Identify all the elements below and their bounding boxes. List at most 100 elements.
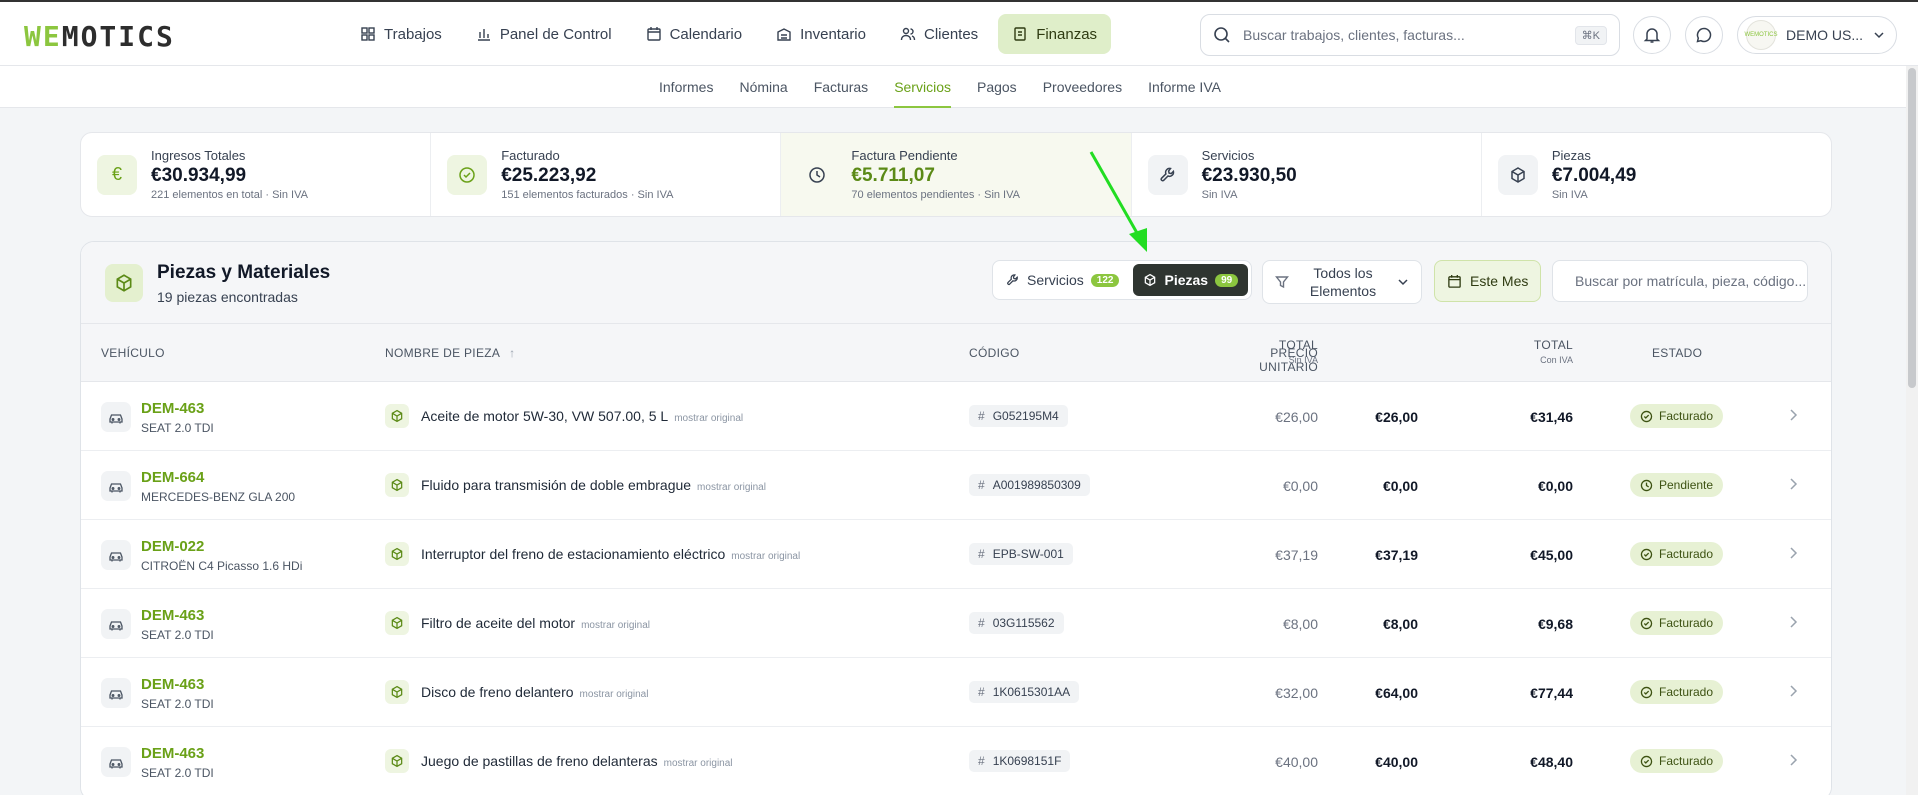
user-menu[interactable]: WEMOTICS DEMO US...: [1737, 16, 1897, 54]
chevron-down-icon: [1398, 279, 1408, 286]
tab-facturas[interactable]: Facturas: [814, 66, 868, 108]
chevron-right-icon[interactable]: [1788, 546, 1798, 565]
status-badge: Facturado: [1630, 611, 1724, 635]
bell-icon: [1643, 28, 1661, 43]
col-total-sin-iva[interactable]: TOTAL Sin IVA: [1258, 338, 1318, 367]
box-icon: [385, 404, 409, 428]
panel-header: Piezas y Materiales 19 piezas encontrada…: [81, 242, 1831, 324]
chevron-right-icon[interactable]: [1788, 753, 1798, 772]
col-sublabel: Con IVA: [1540, 355, 1573, 366]
part-code: # G052195M4: [969, 405, 1068, 427]
nav-panel-de-control[interactable]: Panel de Control: [462, 14, 626, 54]
table-row[interactable]: DEM-022 CITROËN C4 Picasso 1.6 HDi Interru…: [81, 520, 1831, 589]
notifications-button[interactable]: [1633, 16, 1671, 54]
hash-icon: #: [978, 685, 985, 699]
search-icon: [1214, 27, 1230, 43]
total-sin-iva: €40,00: [1375, 754, 1418, 770]
part-name: Interruptor del freno de estacionamiento…: [421, 546, 726, 562]
chevron-right-icon[interactable]: [1788, 408, 1798, 427]
col-nombre-de-pieza[interactable]: NOMBRE DE PIEZA ↑: [385, 346, 515, 360]
stat-sub: 151 elementos facturados · Sin IVA: [501, 189, 674, 201]
vehicle-plate[interactable]: DEM-463: [141, 745, 204, 762]
part-name: Filtro de aceite del motor: [421, 615, 576, 631]
nav-clientes[interactable]: Clientes: [886, 14, 992, 54]
nav-label: Clientes: [923, 25, 979, 43]
total-con-iva: €0,00: [1537, 478, 1573, 494]
toggle-servicios[interactable]: Servicios 122: [996, 264, 1129, 296]
nav-inventario[interactable]: Inventario: [762, 14, 880, 54]
part-name: Fluido para transmisión de doble embragu…: [421, 477, 692, 493]
show-original-link[interactable]: mostrar original: [731, 551, 800, 562]
code-value: EPB-SW-001: [992, 547, 1064, 561]
chevron-right-icon[interactable]: [1788, 684, 1798, 703]
table-row[interactable]: DEM-463 SEAT 2.0 TDI Filtro de aceite del …: [81, 589, 1831, 658]
col-total-con-iva[interactable]: TOTAL Con IVA: [1513, 338, 1573, 367]
nav-finanzas[interactable]: Finanzas: [998, 14, 1112, 54]
chevron-right-icon[interactable]: [1788, 615, 1798, 634]
table-row[interactable]: DEM-463 SEAT 2.0 TDI Aceite de motor 5W-30…: [81, 382, 1831, 451]
count-badge: 99: [1215, 273, 1239, 287]
stat-label: Piezas: [1551, 148, 1591, 163]
show-original-link[interactable]: mostrar original: [580, 689, 649, 700]
col-codigo[interactable]: CÓDIGO: [969, 346, 1019, 360]
logo-motics: MOTICS: [61, 20, 175, 53]
car-icon: [101, 471, 131, 501]
hash-icon: #: [978, 754, 985, 768]
box-icon: [1497, 154, 1538, 195]
calendar-icon: [1448, 274, 1461, 288]
total-con-iva: €31,46: [1530, 409, 1573, 425]
page-scrollbar[interactable]: [1906, 66, 1918, 795]
sort-up-icon: ↑: [509, 346, 516, 360]
vehicle-model: MERCEDES-BENZ GLA 200: [141, 490, 296, 504]
part-name: Juego de pastillas de freno delanteras: [421, 753, 658, 769]
table-row[interactable]: DEM-664 MERCEDES-BENZ GLA 200 Fluido para …: [81, 451, 1831, 520]
stat-label: Factura Pendiente: [851, 148, 958, 163]
code-value: A001989850309: [992, 478, 1081, 492]
vehicle-plate[interactable]: DEM-664: [141, 469, 204, 486]
global-search[interactable]: Buscar trabajos, clientes, facturas... ⌘…: [1200, 14, 1620, 56]
chevron-right-icon[interactable]: [1788, 477, 1798, 496]
logo[interactable]: WEMOTICS: [24, 20, 175, 53]
car-icon: [101, 678, 131, 708]
calendar-icon: [646, 27, 661, 41]
vehicle-plate[interactable]: DEM-463: [141, 607, 204, 624]
parts-search-input[interactable]: Buscar por matrícula, pieza, código...: [1575, 273, 1806, 289]
col-estado[interactable]: ESTADO: [1652, 346, 1702, 360]
show-original-link[interactable]: mostrar original: [697, 482, 766, 493]
status-label: Pendiente: [1659, 478, 1714, 492]
code-value: 03G115562: [992, 616, 1055, 630]
part-name-cell: Aceite de motor 5W-30, VW 507.00, 5 L mos…: [421, 408, 743, 424]
count-badge: 122: [1090, 273, 1120, 287]
tab-nomina[interactable]: Nómina: [739, 66, 787, 108]
tab-servicios[interactable]: Servicios: [894, 66, 951, 108]
search-input[interactable]: Buscar trabajos, clientes, facturas...: [1243, 27, 1563, 43]
parts-search[interactable]: Buscar por matrícula, pieza, código...: [1552, 260, 1808, 302]
period-button[interactable]: Este Mes: [1434, 260, 1542, 302]
tab-informes[interactable]: Informes: [659, 66, 713, 108]
tab-pagos[interactable]: Pagos: [977, 66, 1017, 108]
filter-icon: [1275, 276, 1289, 289]
vehicle-plate[interactable]: DEM-022: [141, 538, 204, 555]
stat-sub: 70 elementos pendientes · Sin IVA: [851, 189, 1020, 201]
scrollbar-thumb[interactable]: [1908, 68, 1916, 388]
box-icon: [385, 611, 409, 635]
elements-filter-dropdown[interactable]: Todos los Elementos: [1262, 260, 1422, 304]
total-con-iva: €9,68: [1537, 616, 1573, 632]
col-vehiculo[interactable]: VEHÍCULO: [101, 346, 165, 360]
messages-button[interactable]: [1685, 16, 1723, 54]
show-original-link[interactable]: mostrar original: [674, 413, 743, 424]
table-row[interactable]: DEM-463 SEAT 2.0 TDI Disco de freno delant…: [81, 658, 1831, 727]
nav-trabajos[interactable]: Trabajos: [346, 14, 456, 54]
show-original-link[interactable]: mostrar original: [581, 620, 650, 631]
toggle-piezas[interactable]: Piezas 99: [1133, 264, 1249, 296]
part-code: #03G115562: [969, 612, 1064, 634]
vehicle-plate[interactable]: DEM-463: [141, 400, 204, 417]
nav-calendario[interactable]: Calendario: [632, 14, 757, 54]
total-sin-iva: €26,00: [1375, 409, 1418, 425]
table-row[interactable]: DEM-463 SEAT 2.0 TDI Juego de pastillas de…: [81, 727, 1831, 795]
tab-informe-iva[interactable]: Informe IVA: [1148, 66, 1221, 108]
status-label: Facturado: [1659, 547, 1714, 561]
show-original-link[interactable]: mostrar original: [664, 758, 733, 769]
vehicle-plate[interactable]: DEM-463: [141, 676, 204, 693]
tab-proveedores[interactable]: Proveedores: [1043, 66, 1122, 108]
